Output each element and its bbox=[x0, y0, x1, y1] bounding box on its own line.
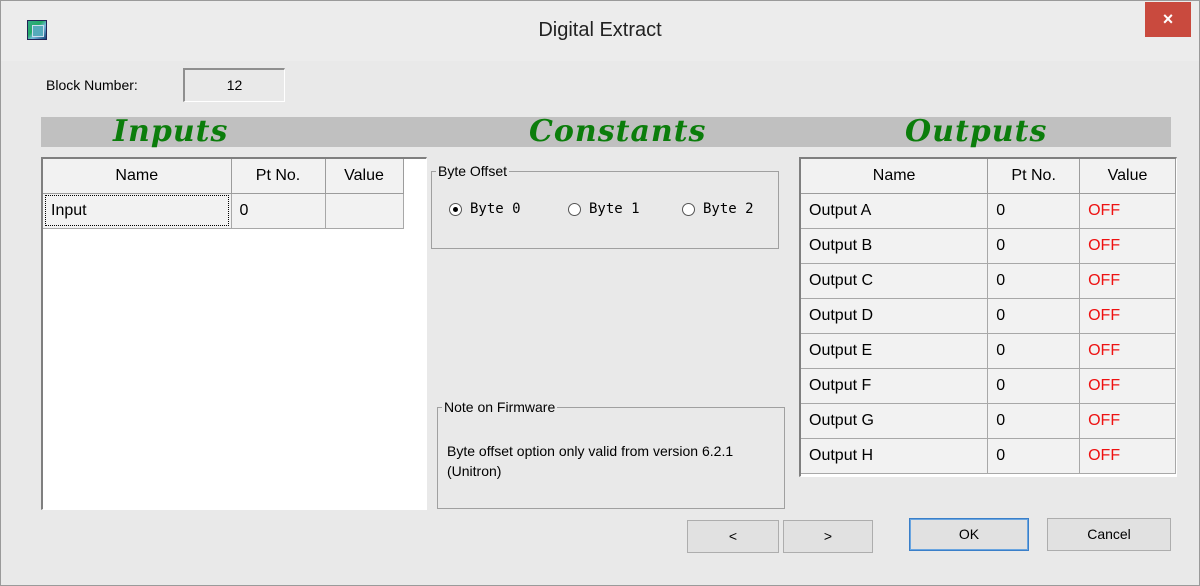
output-name-cell[interactable]: Output D bbox=[801, 298, 989, 334]
output-value-cell[interactable]: OFF bbox=[1079, 193, 1176, 229]
next-button[interactable]: > bbox=[783, 520, 873, 553]
output-pt-cell[interactable]: 0 bbox=[987, 193, 1081, 229]
byte-0-label: Byte 0 bbox=[470, 201, 521, 217]
output-pt-cell[interactable]: 0 bbox=[987, 228, 1081, 264]
close-icon[interactable]: × bbox=[1145, 2, 1191, 37]
radio-unchecked-icon bbox=[568, 202, 581, 216]
byte-1-radio[interactable]: Byte 1 bbox=[568, 201, 640, 217]
output-name-cell[interactable]: Output G bbox=[801, 403, 989, 439]
outputs-header-row: Name Pt No. Value bbox=[801, 159, 1176, 194]
dialog-window: Digital Extract × Block Number: 12 Input… bbox=[0, 0, 1200, 586]
output-value-cell[interactable]: OFF bbox=[1079, 368, 1176, 404]
block-number-field: 12 bbox=[183, 68, 285, 102]
column-header-pt-no[interactable]: Pt No. bbox=[231, 159, 326, 194]
byte-1-label: Byte 1 bbox=[589, 201, 640, 217]
byte-2-radio[interactable]: Byte 2 bbox=[682, 201, 754, 217]
output-value-cell[interactable]: OFF bbox=[1079, 228, 1176, 264]
block-number-label: Block Number: bbox=[46, 77, 138, 93]
ok-button[interactable]: OK bbox=[909, 518, 1029, 551]
output-name-cell[interactable]: Output A bbox=[801, 193, 989, 229]
output-pt-cell[interactable]: 0 bbox=[987, 403, 1081, 439]
previous-button[interactable]: < bbox=[687, 520, 779, 553]
output-pt-cell[interactable]: 0 bbox=[987, 368, 1081, 404]
output-value-cell[interactable]: OFF bbox=[1079, 333, 1176, 369]
output-value-cell[interactable]: OFF bbox=[1079, 298, 1176, 334]
table-row[interactable]: Input 0 bbox=[43, 193, 404, 229]
column-header-pt-no[interactable]: Pt No. bbox=[987, 159, 1081, 194]
title-bar[interactable]: Digital Extract × bbox=[1, 1, 1199, 61]
table-row[interactable]: Output E 0 OFF bbox=[801, 333, 1176, 369]
outputs-table: Name Pt No. Value Output A 0 OFF Output B0O… bbox=[799, 157, 1177, 477]
output-pt-cell[interactable]: 0 bbox=[987, 438, 1081, 474]
output-pt-cell[interactable]: 0 bbox=[987, 298, 1081, 334]
table-row[interactable]: Output A 0 OFF bbox=[801, 193, 1176, 229]
table-row[interactable]: Output G 0 OFF bbox=[801, 403, 1176, 439]
window-title: Digital Extract bbox=[538, 19, 662, 41]
inputs-heading: Inputs bbox=[113, 114, 229, 149]
output-value-cell[interactable]: OFF bbox=[1079, 403, 1176, 439]
table-row[interactable]: Output C 0 OFF bbox=[801, 263, 1176, 299]
outputs-heading: Outputs bbox=[905, 114, 1048, 149]
inputs-table: Name Pt No. Value Input 0 bbox=[41, 157, 427, 510]
radio-unchecked-icon bbox=[682, 202, 695, 216]
table-row[interactable]: Output H 0 OFF bbox=[801, 438, 1176, 474]
output-name-cell[interactable]: Output E bbox=[801, 333, 989, 369]
output-pt-cell[interactable]: 0 bbox=[987, 333, 1081, 369]
cancel-button[interactable]: Cancel bbox=[1047, 518, 1171, 551]
byte-0-radio[interactable]: Byte 0 bbox=[449, 201, 521, 217]
output-name-cell[interactable]: Output F bbox=[801, 368, 989, 404]
output-name-cell[interactable]: Output H bbox=[801, 438, 989, 474]
firmware-note-text: Byte offset option only valid from versi… bbox=[447, 443, 734, 479]
firmware-note-label: Note on Firmware bbox=[444, 399, 556, 415]
output-name-cell[interactable]: Output C bbox=[801, 263, 989, 299]
output-value-cell[interactable]: OFF bbox=[1079, 263, 1176, 299]
column-header-name[interactable]: Name bbox=[801, 159, 989, 194]
output-value-cell[interactable]: OFF bbox=[1079, 438, 1176, 474]
column-header-value[interactable]: Value bbox=[1079, 159, 1176, 194]
byte-offset-label: Byte Offset bbox=[438, 163, 507, 179]
input-name-cell[interactable]: Input bbox=[43, 193, 232, 229]
input-value-cell[interactable] bbox=[325, 193, 404, 229]
byte-2-label: Byte 2 bbox=[703, 201, 754, 217]
constants-heading: Constants bbox=[529, 114, 707, 149]
inputs-header-row: Name Pt No. Value bbox=[43, 159, 404, 194]
table-row[interactable]: Output D 0 OFF bbox=[801, 298, 1176, 334]
table-row[interactable]: Output B 0 OFF bbox=[801, 228, 1176, 264]
radio-checked-icon bbox=[449, 202, 462, 216]
output-name-cell[interactable]: Output B bbox=[801, 228, 989, 264]
table-row[interactable]: Output F 0 OFF bbox=[801, 368, 1176, 404]
column-header-name[interactable]: Name bbox=[43, 159, 232, 194]
column-header-value[interactable]: Value bbox=[325, 159, 404, 194]
input-pt-cell[interactable]: 0 bbox=[231, 193, 326, 229]
output-pt-cell[interactable]: 0 bbox=[987, 263, 1081, 299]
